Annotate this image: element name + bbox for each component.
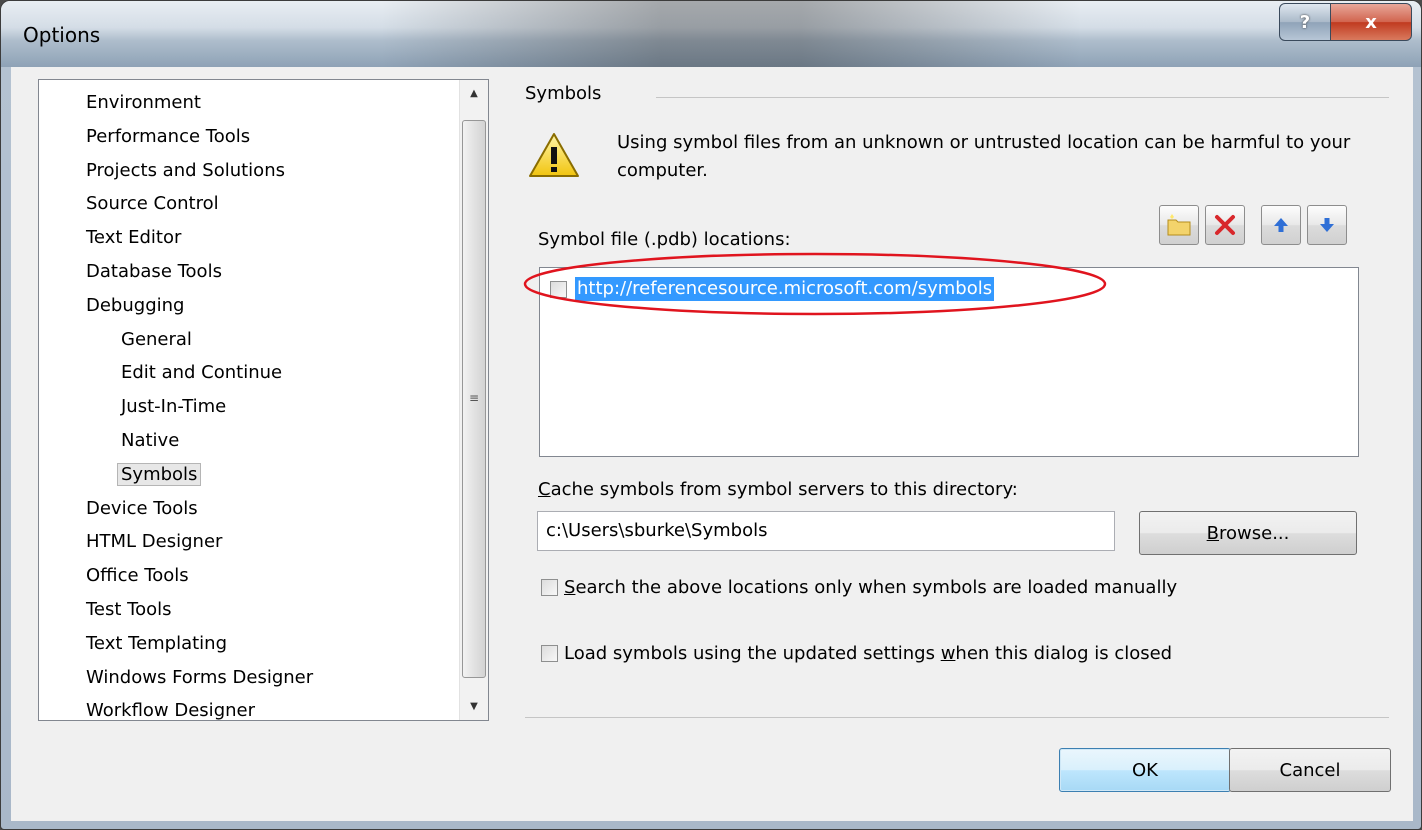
load-symbols-text-pre: Load symbols using the updated settings <box>564 643 941 664</box>
cache-label-text: ache symbols from symbol servers to this… <box>550 479 1018 500</box>
cache-label-accelerator: C <box>538 479 551 500</box>
options-dialog: Options ? x Environment Performance Tools… <box>0 0 1422 830</box>
tree-item[interactable]: Text Editor <box>86 223 181 253</box>
tree-item[interactable]: Native <box>121 426 179 456</box>
tree-item[interactable]: Office Tools <box>86 561 189 591</box>
tree-item-label: Text Templating <box>86 632 228 654</box>
tree-item[interactable]: Windows Forms Designer <box>86 663 313 693</box>
move-down-icon <box>1320 218 1334 232</box>
tree-item[interactable]: Symbols <box>117 460 202 490</box>
tree-item[interactable]: HTML Designer <box>86 527 222 557</box>
tree-item-label: Edit and Continue <box>121 362 283 384</box>
load-symbols-checkbox[interactable] <box>541 645 558 662</box>
move-down-button[interactable] <box>1307 205 1347 245</box>
search-manual-checkbox[interactable] <box>541 579 558 596</box>
move-up-button[interactable] <box>1261 205 1301 245</box>
tree-item[interactable]: Just-In-Time <box>121 392 226 422</box>
list-item[interactable]: http://referencesource.microsoft.com/sym… <box>550 276 995 302</box>
browse-accelerator: B <box>1206 522 1219 544</box>
close-button[interactable]: x <box>1330 3 1412 41</box>
search-manual-option[interactable]: Search the above locations only when sym… <box>541 577 1177 598</box>
title-bar[interactable]: Options ? x <box>1 1 1421 67</box>
title-bar-glass <box>381 1 1081 67</box>
tree-item[interactable]: Debugging <box>86 291 184 321</box>
tree-item-label: Workflow Designer <box>86 700 255 721</box>
tree-item-label: Performance Tools <box>86 125 251 147</box>
options-tree[interactable]: Environment Performance Tools Projects and… <box>38 79 489 721</box>
tree-item[interactable]: Workflow Designer <box>86 696 255 721</box>
tree-item[interactable]: General <box>121 325 192 355</box>
tree-item[interactable]: Text Templating <box>86 629 227 659</box>
load-symbols-text-post: hen this dialog is closed <box>955 643 1173 664</box>
locations-label: Symbol file (.pdb) locations: <box>538 229 791 250</box>
scroll-down-arrow-icon[interactable]: ▼ <box>460 701 488 712</box>
symbol-locations-list[interactable]: http://referencesource.microsoft.com/sym… <box>539 267 1359 457</box>
search-manual-label: Search the above locations only when sym… <box>564 577 1177 598</box>
tree-item[interactable]: Environment <box>86 88 201 118</box>
tree-item-label: Device Tools <box>86 497 198 519</box>
tree-item-label: Source Control <box>86 193 219 215</box>
footer-divider <box>525 717 1389 718</box>
tree-item-label: Projects and Solutions <box>86 159 285 181</box>
tree-item-label: General <box>121 328 192 350</box>
cache-directory-label: Cache symbols from symbol servers to thi… <box>538 479 1018 500</box>
tree-item[interactable]: Test Tools <box>86 595 172 625</box>
cancel-button[interactable]: Cancel <box>1229 748 1391 792</box>
new-folder-icon <box>1167 214 1191 236</box>
tree-item-label: Text Editor <box>86 227 182 249</box>
symbols-group-label: Symbols <box>525 83 602 104</box>
tree-item-label: Windows Forms Designer <box>86 666 314 688</box>
tree-item[interactable]: Source Control <box>86 189 219 219</box>
load-symbols-option[interactable]: Load symbols using the updated settings … <box>541 643 1172 664</box>
ok-button[interactable]: OK <box>1059 748 1231 792</box>
scroll-up-arrow-icon[interactable]: ▲ <box>460 88 488 99</box>
location-checkbox[interactable] <box>550 280 567 298</box>
move-up-icon <box>1274 218 1288 232</box>
tree-item[interactable]: Edit and Continue <box>121 358 282 388</box>
warning-icon <box>529 133 579 177</box>
tree-item-label: Just-In-Time <box>121 396 227 418</box>
browse-button[interactable]: Browse... <box>1139 511 1357 555</box>
tree-item-label: Environment <box>86 92 201 113</box>
scroll-thumb[interactable]: ≡ <box>462 120 486 678</box>
tree-item-label: Database Tools <box>86 261 222 282</box>
scroll-grip-icon: ≡ <box>469 391 480 405</box>
tree-item-label: HTML Designer <box>86 531 223 553</box>
window-title: Options <box>23 23 101 47</box>
tree-item-label: Symbols <box>117 462 202 486</box>
search-manual-text: earch the above locations only when symb… <box>575 577 1178 598</box>
tree-item[interactable]: Performance Tools <box>86 122 250 152</box>
tree-item-label: Test Tools <box>86 599 172 620</box>
search-manual-accelerator: S <box>564 577 576 598</box>
browse-label: rowse... <box>1219 522 1290 544</box>
help-button[interactable]: ? <box>1279 3 1331 41</box>
load-symbols-label: Load symbols using the updated settings … <box>564 643 1172 664</box>
tree-item[interactable]: Projects and Solutions <box>86 156 285 186</box>
tree-item[interactable]: Database Tools <box>86 257 222 287</box>
tree-item-label: Debugging <box>86 294 185 316</box>
load-symbols-accelerator: w <box>940 643 956 664</box>
cache-directory-input[interactable]: c:\Users\sburke\Symbols <box>537 511 1115 551</box>
tree-item[interactable]: Device Tools <box>86 494 198 524</box>
new-folder-button[interactable] <box>1159 205 1199 245</box>
delete-icon <box>1215 215 1235 235</box>
tree-item-label: Office Tools <box>86 565 189 587</box>
dialog-client-area: Environment Performance Tools Projects and… <box>11 67 1413 821</box>
warning-text: Using symbol files from an unknown or un… <box>617 132 1351 181</box>
tree-item-label: Native <box>121 430 180 451</box>
location-url[interactable]: http://referencesource.microsoft.com/sym… <box>575 277 995 301</box>
delete-location-button[interactable] <box>1205 205 1245 245</box>
group-divider <box>656 97 1389 98</box>
tree-scrollbar[interactable]: ▲ ≡ ▼ <box>459 80 488 720</box>
